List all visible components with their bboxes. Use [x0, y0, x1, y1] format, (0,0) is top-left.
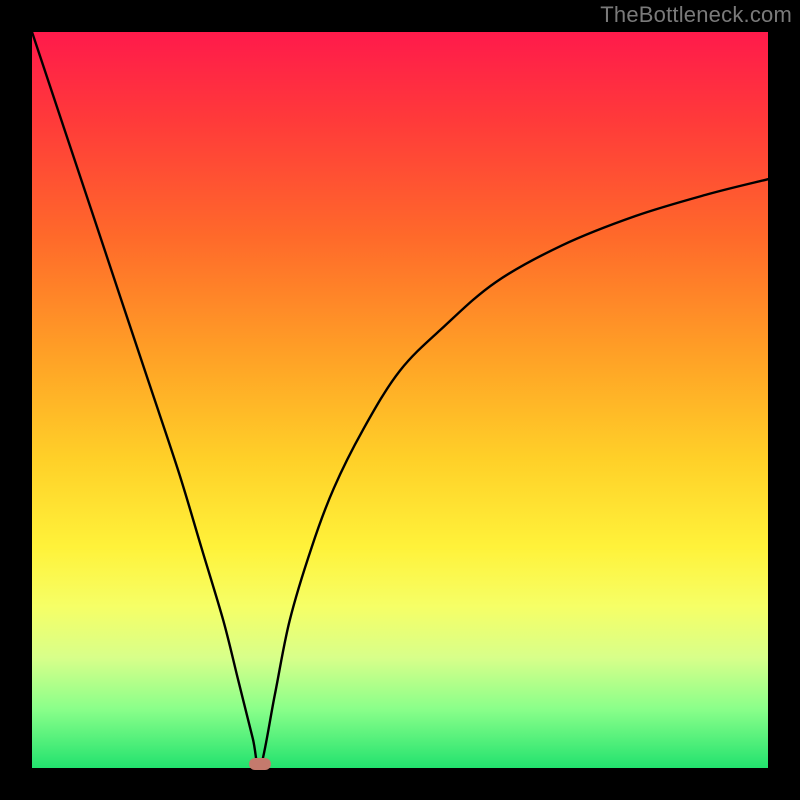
optimum-marker	[249, 758, 271, 770]
watermark-text: TheBottleneck.com	[600, 2, 792, 28]
bottleneck-curve	[32, 32, 768, 768]
chart-plot-area	[32, 32, 768, 768]
chart-frame: TheBottleneck.com	[0, 0, 800, 800]
